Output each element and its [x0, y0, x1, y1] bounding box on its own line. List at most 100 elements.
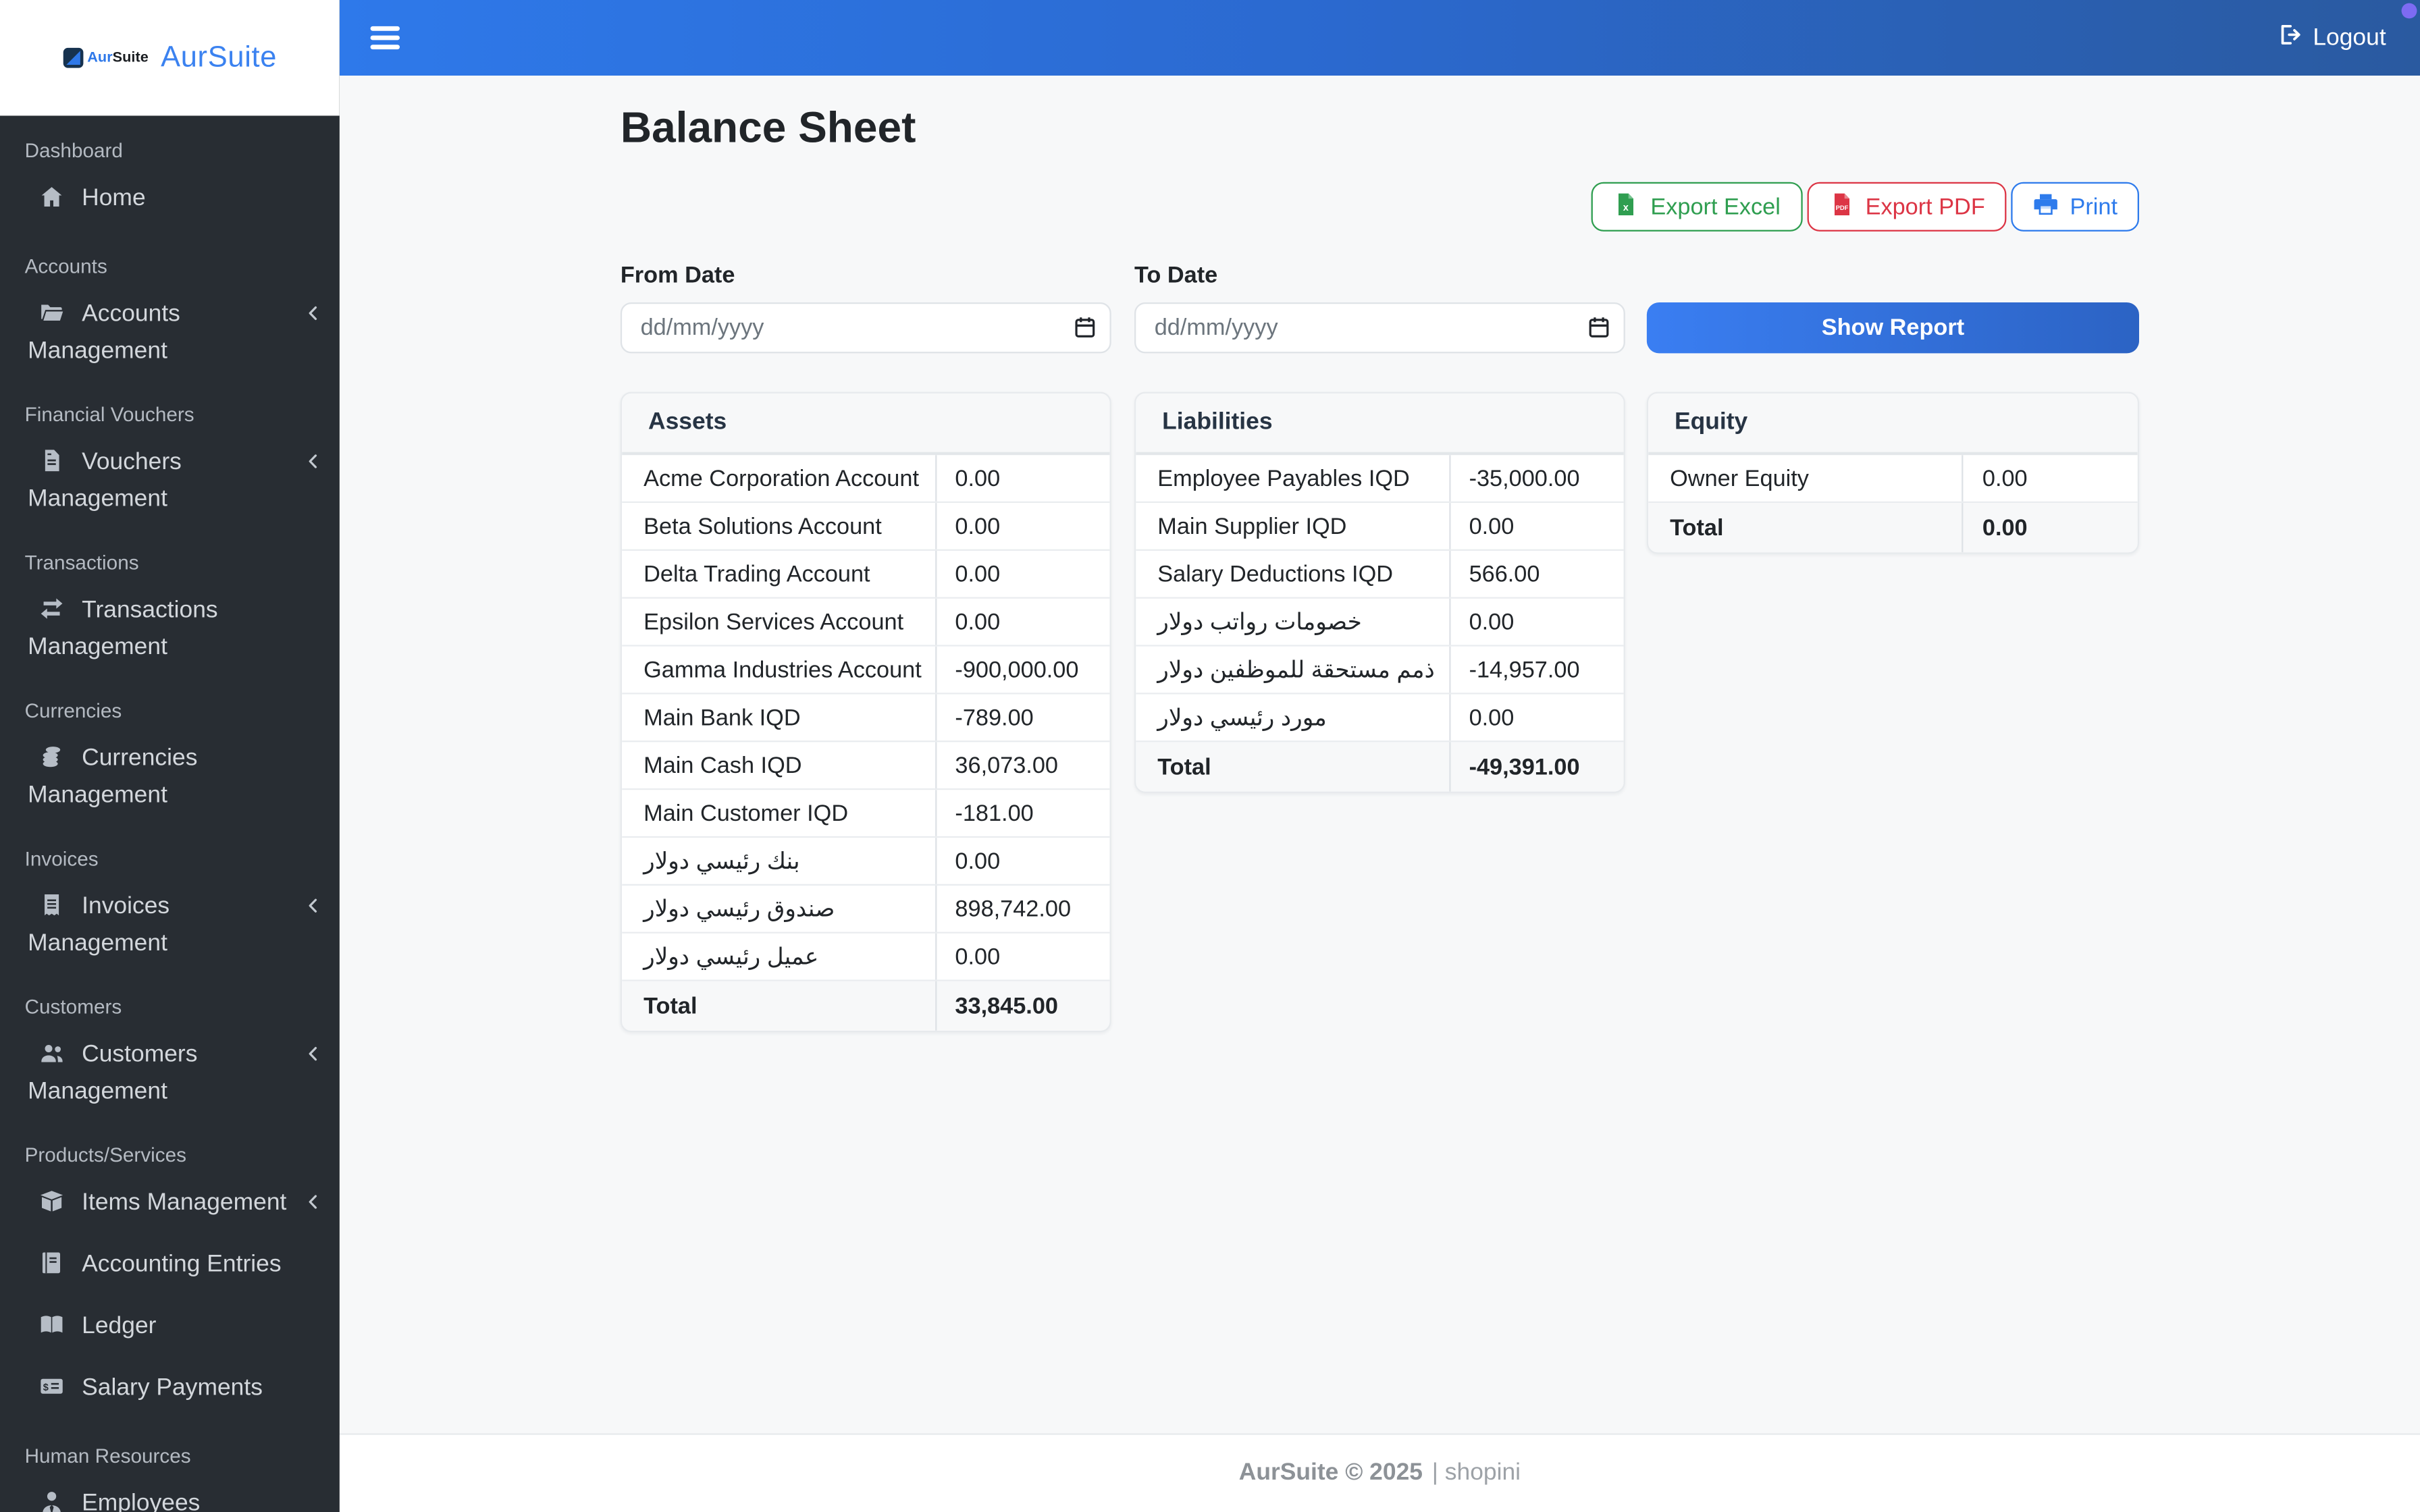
menu-toggle-button[interactable] — [367, 20, 403, 55]
sidebar-item-transactions-management[interactable]: Transactions Management — [0, 582, 340, 676]
account-balance-cell: 0.00 — [955, 943, 1001, 970]
account-name-cell: مورد رئيسي دولار — [1136, 694, 1451, 741]
sidebar-item-employees[interactable]: Employees — [0, 1475, 340, 1512]
account-balance-cell: 36,073.00 — [955, 752, 1058, 779]
sidebar-item-invoices-management[interactable]: Invoices Management — [0, 878, 340, 972]
sidebar-item-accounts-management[interactable]: Accounts Management — [0, 286, 340, 379]
print-button[interactable]: Print — [2011, 182, 2140, 232]
table-row: عميل رئيسي دولار 0.00 — [622, 933, 1110, 981]
receipt-icon — [38, 892, 66, 927]
export-toolbar: x Export Excel PDF Export PDF Print — [621, 182, 2140, 232]
account-name-cell: Main Supplier IQD — [1136, 503, 1451, 549]
from-date-input[interactable] — [620, 302, 1111, 354]
sidebar-item-home[interactable]: Home — [0, 169, 340, 231]
export-excel-button[interactable]: x Export Excel — [1592, 182, 1802, 232]
sidebar-section-heading-dashboard: Dashboard — [24, 138, 123, 163]
show-report-button[interactable]: Show Report — [1646, 302, 2140, 354]
chevron-left-icon — [302, 1042, 324, 1074]
recording-indicator-dot — [2401, 3, 2417, 19]
printer-icon — [2033, 190, 2059, 223]
footer-vendor: | shopini — [1431, 1459, 1521, 1486]
report-card-title: Equity — [1648, 393, 2138, 456]
main-area: Logout Balance Sheet x Export Excel PDF … — [339, 0, 2420, 1512]
logout-button[interactable]: Logout — [2276, 21, 2386, 55]
users-icon — [38, 1040, 66, 1076]
book-open-icon — [38, 1312, 66, 1347]
sidebar-item-label: Home — [82, 185, 146, 212]
box-open-icon — [38, 1188, 66, 1224]
account-name-cell: Main Customer IQD — [622, 790, 937, 836]
export-pdf-button[interactable]: PDF Export PDF — [1806, 182, 2007, 232]
from-date-label: From Date — [620, 262, 735, 289]
sidebar-item-accounting-entries[interactable]: Accounting Entries — [0, 1236, 340, 1297]
sidebar-item-label: Employees — [82, 1490, 201, 1512]
sidebar-item-vouchers-management[interactable]: Vouchers Management — [0, 433, 340, 527]
footer: AurSuite © 2025 | shopini — [339, 1433, 2420, 1512]
account-name-cell: Acme Corporation Account — [622, 455, 937, 502]
account-balance-cell: 0.00 — [955, 560, 1001, 587]
sidebar-nav: Dashboard Home Accounts Accounts Management… — [0, 139, 340, 1512]
sidebar-item-items-management[interactable]: Items Management — [0, 1174, 340, 1235]
table-row: خصومات رواتب دولار 0.00 — [1136, 598, 1624, 647]
account-balance-cell: 898,742.00 — [955, 895, 1072, 922]
coins-icon — [38, 744, 66, 780]
page-content: Balance Sheet x Export Excel PDF Export … — [339, 76, 2420, 1434]
home-icon — [38, 184, 66, 219]
total-label-cell: Total — [1648, 503, 1964, 553]
table-total-row: Total -49,391.00 — [1136, 742, 1624, 792]
folder-open-icon — [38, 299, 66, 335]
account-balance-cell: -789.00 — [955, 704, 1034, 731]
footer-copyright: AurSuite © 2025 — [1238, 1459, 1423, 1486]
table-row: Delta Trading Account 0.00 — [622, 551, 1110, 599]
account-balance-cell: 566.00 — [1469, 560, 1540, 587]
account-balance-cell: 0.00 — [1982, 465, 2028, 492]
chevron-left-icon — [302, 1189, 324, 1222]
table-row: Main Supplier IQD 0.00 — [1136, 503, 1624, 551]
chevron-left-icon — [302, 449, 324, 481]
sidebar-item-ledger[interactable]: Ledger — [0, 1297, 340, 1359]
account-balance-cell: -900,000.00 — [955, 656, 1079, 683]
table-row: Epsilon Services Account 0.00 — [622, 598, 1110, 647]
balance-sheet-tables: Assets Acme Corporation Account 0.00 Beta S… — [620, 392, 2140, 1033]
user-tie-icon — [38, 1489, 66, 1512]
brand-logo[interactable]: AurSuite AurSuite — [0, 0, 340, 116]
sidebar-item-label: Salary Payments — [82, 1374, 263, 1401]
report-column-liabilities: Liabilities Employee Payables IQD -35,000.… — [1134, 392, 1625, 793]
account-name-cell: Main Cash IQD — [622, 742, 937, 788]
account-name-cell: ذمم مستحقة للموظفين دولار — [1136, 646, 1451, 693]
svg-text:$: $ — [43, 1382, 49, 1393]
account-name-cell: بنك رئيسي دولار — [622, 838, 937, 884]
account-balance-cell: -35,000.00 — [1469, 465, 1580, 492]
table-row: Acme Corporation Account 0.00 — [622, 455, 1110, 504]
brand-logo-text: AurSuite — [161, 40, 278, 74]
sidebar-item-label: Ledger — [82, 1313, 157, 1340]
account-name-cell: صندوق رئيسي دولار — [622, 886, 937, 932]
account-name-cell: Gamma Industries Account — [622, 646, 937, 693]
app-window: AurSuite AurSuite Dashboard Home Accounts A… — [0, 0, 2420, 1512]
account-name-cell: Epsilon Services Account — [622, 598, 937, 645]
export-excel-label: Export Excel — [1650, 193, 1781, 220]
account-name-cell: Delta Trading Account — [622, 551, 937, 597]
report-column-equity: Equity Owner Equity 0.00 Total 0.00 — [1646, 392, 2140, 554]
sidebar-item-customers-management[interactable]: Customers Management — [0, 1026, 340, 1120]
account-balance-cell: -181.00 — [955, 800, 1034, 826]
table-row: Main Cash IQD 36,073.00 — [622, 742, 1110, 790]
sidebar-section-heading-currencies: Currencies — [24, 699, 122, 722]
account-balance-cell: 0.00 — [955, 465, 1001, 492]
table-row: Main Bank IQD -789.00 — [622, 694, 1110, 742]
total-value-cell: 33,845.00 — [955, 992, 1058, 1019]
table-row: Employee Payables IQD -35,000.00 — [1136, 455, 1624, 504]
pdf-file-icon: PDF — [1829, 190, 1855, 223]
sidebar-item-currencies-management[interactable]: Currencies Management — [0, 730, 340, 824]
report-card-title: Liabilities — [1136, 393, 1624, 456]
report-card-equity: Equity Owner Equity 0.00 Total 0.00 — [1646, 392, 2140, 554]
to-date-input[interactable] — [1134, 302, 1625, 354]
hamburger-icon — [370, 26, 400, 31]
sidebar-item-salary-payments[interactable]: $ Salary Payments — [0, 1359, 340, 1421]
report-column-assets: Assets Acme Corporation Account 0.00 Beta S… — [620, 392, 1111, 1033]
svg-text:PDF: PDF — [1835, 203, 1848, 211]
file-invoice-icon — [38, 448, 66, 483]
brand-logo-small-text: AurSuite — [87, 49, 149, 67]
report-filters: From Date To Date Sh — [620, 262, 2140, 354]
sidebar-section-heading-invoices: Invoices — [24, 846, 99, 871]
